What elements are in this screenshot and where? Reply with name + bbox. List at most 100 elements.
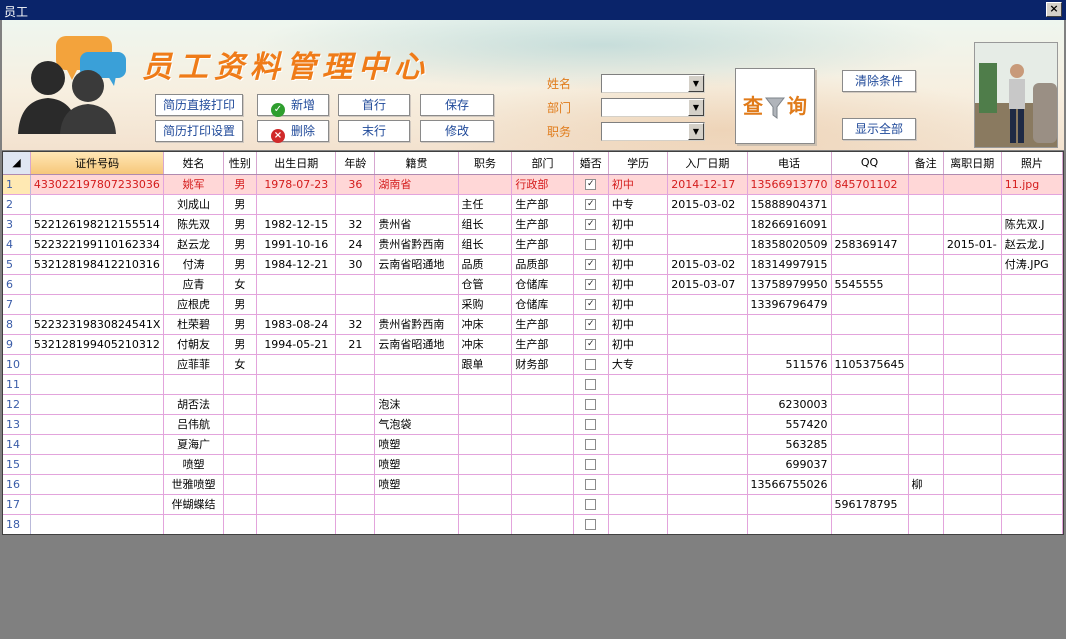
table-row[interactable]: 1 433022197807233036 姚军男 1978-07-23 36 湖南省 行政部… [3, 174, 1063, 195]
cell-dept[interactable] [511, 414, 574, 435]
cell-origin[interactable]: 喷塑 [374, 454, 459, 475]
cell-photo[interactable] [1001, 394, 1063, 415]
cell-pos[interactable] [458, 434, 513, 455]
clear-filter-button[interactable]: 清除条件 [842, 70, 916, 92]
close-icon[interactable]: × [1046, 2, 1062, 17]
checkbox[interactable]: ✓ [585, 339, 597, 350]
table-row[interactable]: 2 刘成山男 主任 生产部 ✓ 中专 2015-03-02 15888904371 [3, 194, 1063, 215]
show-all-button[interactable]: 显示全部 [842, 118, 916, 140]
cell-pos[interactable]: 跟单 [458, 354, 513, 375]
chevron-down-icon[interactable]: ▼ [688, 123, 704, 140]
cell-qq[interactable] [831, 314, 909, 335]
cell-name[interactable]: 胡否法 [163, 394, 224, 415]
cell-dept[interactable]: 财务部 [511, 354, 574, 375]
cell-origin[interactable]: 贵州省 [374, 214, 459, 235]
cell-edu[interactable] [608, 514, 669, 534]
cell-pos[interactable]: 主任 [458, 194, 513, 215]
cell-sex[interactable]: 男 [223, 294, 258, 315]
cell-join[interactable] [667, 454, 748, 475]
cell-leave[interactable] [943, 434, 1002, 455]
checkbox[interactable] [585, 359, 597, 370]
cell-dept[interactable]: 生产部 [511, 194, 574, 215]
cell-phone[interactable]: 13396796479 [747, 294, 832, 315]
cell-name[interactable]: 杜荣碧 [163, 314, 224, 335]
cell-leave[interactable] [943, 494, 1002, 515]
cell-phone[interactable] [747, 494, 832, 515]
cell-join[interactable] [667, 474, 748, 495]
cell-note[interactable] [908, 494, 944, 515]
cell-edu[interactable]: 初中 [608, 214, 669, 235]
cell-birth[interactable] [256, 514, 337, 534]
cell-note[interactable] [908, 374, 944, 395]
cell-origin[interactable] [374, 494, 459, 515]
cell-id[interactable] [30, 414, 165, 435]
cell-sex[interactable]: 男 [223, 214, 258, 235]
cell-pos[interactable]: 品质 [458, 254, 513, 275]
cell-birth[interactable]: 1991-10-16 [256, 234, 337, 255]
cell-qq[interactable]: 1105375645 [831, 354, 909, 375]
cell-origin[interactable] [374, 194, 459, 215]
table-row[interactable]: 17 伴蝴蝶结 596178795 [3, 494, 1063, 515]
cell-leave[interactable] [943, 174, 1002, 195]
cell-phone[interactable]: 6230003 [747, 394, 832, 415]
table-row[interactable]: 10 应菲菲女 跟单 财务部 大专 511576 1105375645 [3, 354, 1063, 375]
cell-birth[interactable] [256, 454, 337, 475]
cell-note[interactable] [908, 194, 944, 215]
cell-photo[interactable]: 11.jpg [1001, 174, 1063, 195]
cell-birth[interactable]: 1983-08-24 [256, 314, 337, 335]
delete-button[interactable]: × 删除 [257, 120, 329, 143]
cell-leave[interactable] [943, 394, 1002, 415]
cell-origin[interactable]: 贵州省黔西南 [374, 234, 459, 255]
cell-qq[interactable]: 258369147 [831, 234, 909, 255]
row-number[interactable]: 9 [3, 334, 31, 355]
cell-origin[interactable] [374, 354, 459, 375]
grid-corner[interactable]: ◢ [3, 152, 31, 175]
dept-filter-select[interactable]: ▼ [601, 98, 705, 117]
married-checkbox-cell[interactable] [573, 354, 609, 375]
cell-sex[interactable] [223, 374, 258, 395]
cell-photo[interactable] [1001, 314, 1063, 335]
table-row[interactable]: 15 喷塑 喷塑 699037 [3, 454, 1063, 475]
cell-pos[interactable] [458, 174, 513, 195]
married-checkbox-cell[interactable] [573, 434, 609, 455]
cell-photo[interactable]: 赵云龙.J [1001, 234, 1063, 255]
cell-pos[interactable] [458, 474, 513, 495]
cell-qq[interactable] [831, 374, 909, 395]
cell-age[interactable] [335, 434, 376, 455]
row-number[interactable]: 1 [3, 174, 31, 195]
cell-id[interactable] [30, 374, 165, 395]
married-checkbox-cell[interactable] [573, 474, 609, 495]
cell-dept[interactable] [511, 394, 574, 415]
cell-photo[interactable] [1001, 354, 1063, 375]
cell-leave[interactable] [943, 334, 1002, 355]
cell-note[interactable] [908, 514, 944, 534]
cell-sex[interactable] [223, 494, 258, 515]
cell-join[interactable]: 2015-03-02 [667, 254, 748, 275]
cell-id[interactable]: 522126198212155514 [30, 214, 165, 235]
cell-note[interactable] [908, 354, 944, 375]
checkbox[interactable]: ✓ [585, 299, 597, 310]
cell-birth[interactable]: 1994-05-21 [256, 334, 337, 355]
cell-birth[interactable] [256, 294, 337, 315]
row-number[interactable]: 3 [3, 214, 31, 235]
cell-edu[interactable]: 初中 [608, 234, 669, 255]
cell-join[interactable]: 2014-12-17 [667, 174, 748, 195]
chevron-down-icon[interactable]: ▼ [688, 75, 704, 92]
cell-phone[interactable]: 511576 [747, 354, 832, 375]
married-checkbox-cell[interactable] [573, 514, 609, 534]
cell-qq[interactable] [831, 394, 909, 415]
cell-id[interactable]: 522322199110162334 [30, 234, 165, 255]
cell-photo[interactable] [1001, 334, 1063, 355]
cell-id[interactable]: 532128199405210312 [30, 334, 165, 355]
cell-age[interactable] [335, 274, 376, 295]
cell-qq[interactable] [831, 334, 909, 355]
cell-qq[interactable] [831, 214, 909, 235]
cell-sex[interactable]: 女 [223, 354, 258, 375]
cell-photo[interactable] [1001, 274, 1063, 295]
cell-birth[interactable] [256, 474, 337, 495]
query-button[interactable]: 查询 [735, 68, 815, 144]
cell-origin[interactable]: 贵州省黔西南 [374, 314, 459, 335]
cell-join[interactable] [667, 314, 748, 335]
cell-join[interactable]: 2015-03-07 [667, 274, 748, 295]
cell-qq[interactable]: 845701102 [831, 174, 909, 195]
